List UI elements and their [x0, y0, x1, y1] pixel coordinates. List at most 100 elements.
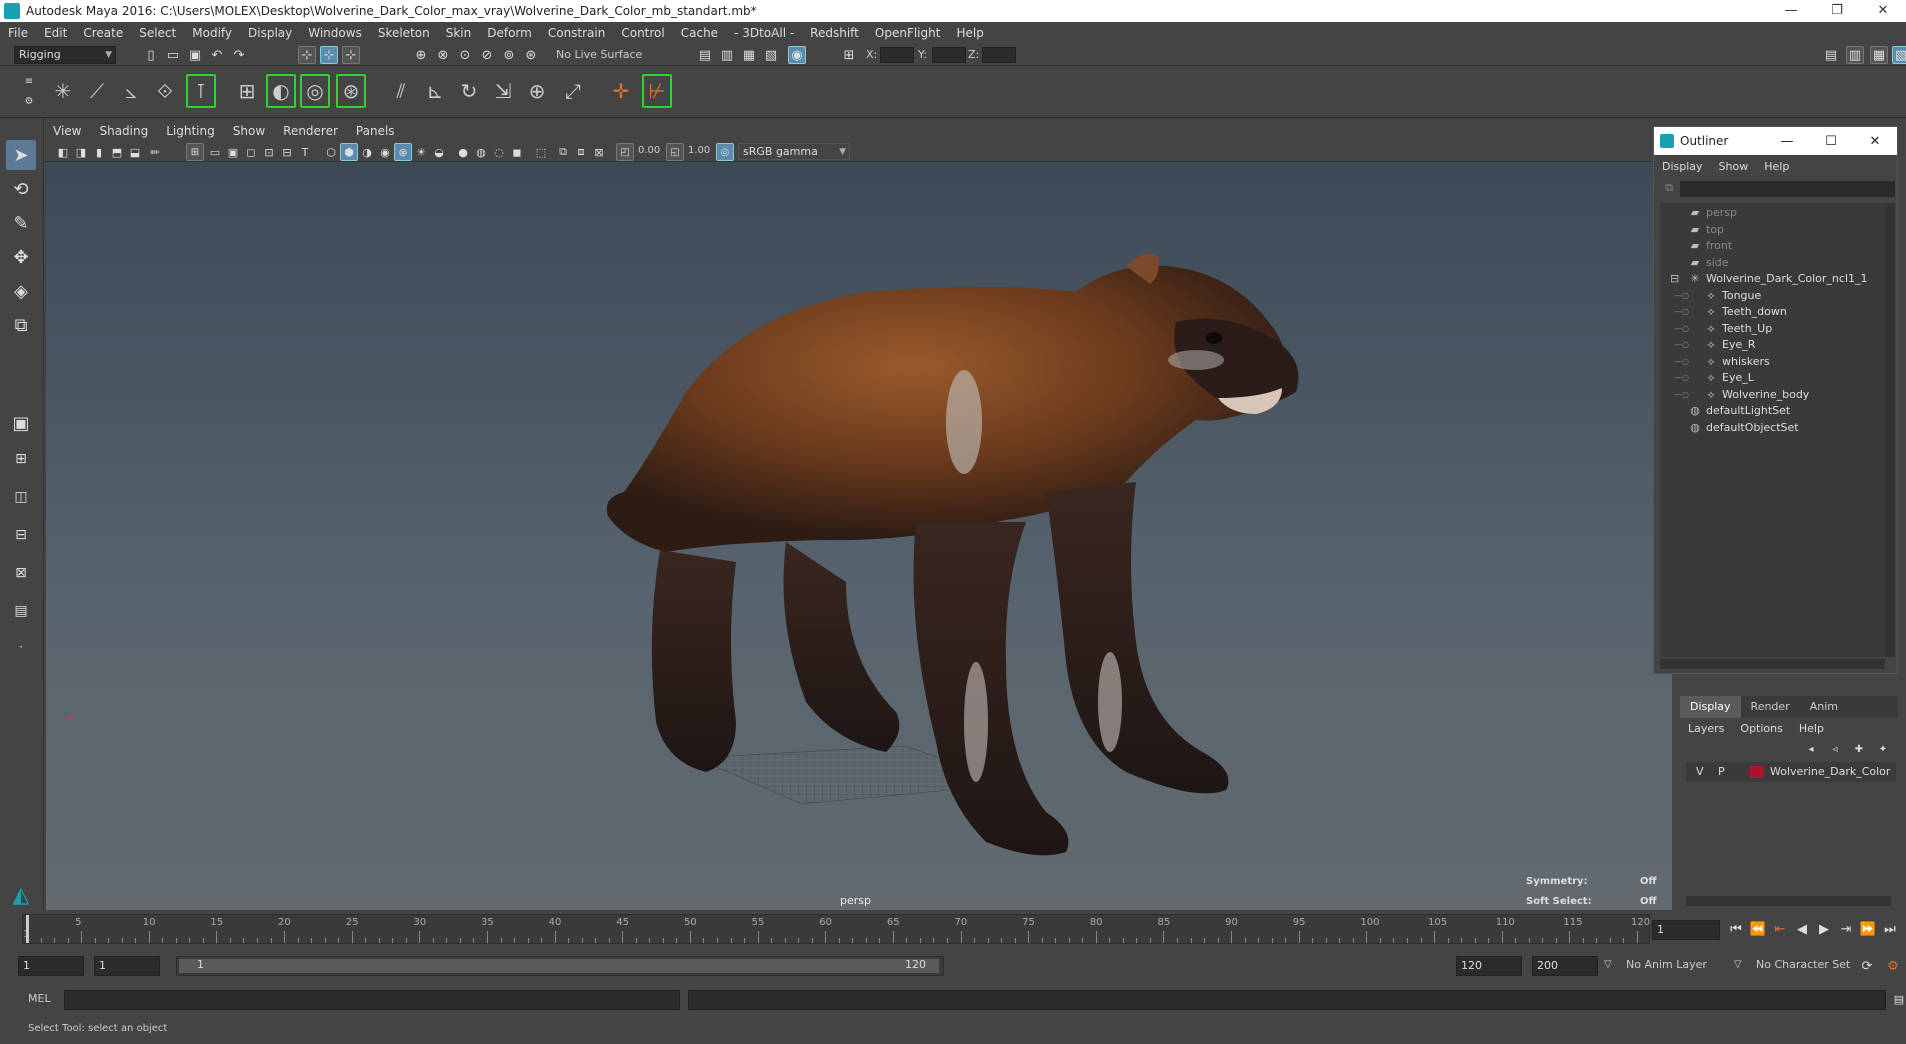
- ipr-render-icon[interactable]: ▦: [740, 46, 758, 64]
- wireframe-icon[interactable]: ⬡: [322, 143, 340, 161]
- perspective-viewport[interactable]: ⊿ persp Symmetry: Off Soft Select: Off: [46, 162, 1672, 910]
- menu-skeleton[interactable]: Skeleton: [370, 26, 438, 40]
- screen-ao-icon[interactable]: ◒: [430, 143, 448, 161]
- gate-mask-icon[interactable]: ◻: [242, 143, 260, 161]
- menu-modify[interactable]: Modify: [184, 26, 240, 40]
- exposure-icon[interactable]: ◰: [616, 143, 634, 161]
- go-to-start-icon[interactable]: ⏮: [1726, 920, 1746, 940]
- snap-curve-icon[interactable]: ⊗: [434, 46, 452, 64]
- command-input[interactable]: [64, 990, 680, 1010]
- layer-menu-help[interactable]: Help: [1791, 722, 1832, 735]
- outliner-menu-show[interactable]: Show: [1711, 160, 1757, 173]
- layer-tab-render[interactable]: Render: [1741, 696, 1800, 718]
- script-editor-icon[interactable]: ▤: [1890, 990, 1906, 1008]
- tool-settings-icon[interactable]: ▧: [1892, 46, 1906, 64]
- chevron-down-icon[interactable]: ▽: [1604, 956, 1612, 974]
- color-management-icon[interactable]: ◎: [716, 143, 734, 161]
- anim-layer-dropdown[interactable]: No Anim Layer: [1626, 956, 1707, 974]
- live-surface-label[interactable]: No Live Surface: [556, 46, 642, 64]
- field-chart-icon[interactable]: ⊡: [260, 143, 278, 161]
- snap-grid-icon[interactable]: ⊕: [412, 46, 430, 64]
- restore-button[interactable]: ❐: [1814, 0, 1860, 22]
- auto-key-icon[interactable]: ⟳: [1858, 957, 1876, 975]
- next-key-icon[interactable]: ⇥: [1836, 920, 1856, 940]
- step-back-icon[interactable]: ⏪: [1748, 920, 1768, 940]
- filter-icon[interactable]: ⧉: [1660, 179, 1678, 197]
- playback-end-field[interactable]: 120: [1456, 956, 1522, 976]
- grid-icon[interactable]: ⊞: [186, 143, 204, 161]
- textured-icon[interactable]: ◉: [376, 143, 394, 161]
- gamma-value[interactable]: 1.00: [688, 142, 710, 160]
- paint-select-icon[interactable]: ✎: [6, 208, 36, 238]
- frame-all-icon[interactable]: ⊠: [590, 143, 608, 161]
- scale-tool-icon[interactable]: ⧉: [6, 310, 36, 340]
- snap-vertex-icon[interactable]: ⊛: [522, 46, 540, 64]
- close-button[interactable]: ✕: [1860, 0, 1906, 22]
- chevron-down-icon[interactable]: ▽: [1734, 956, 1742, 974]
- menu-set-dropdown[interactable]: Rigging ▼: [14, 46, 116, 64]
- multisample-icon[interactable]: ◍: [472, 143, 490, 161]
- render-frame-icon[interactable]: ▥: [718, 46, 736, 64]
- rotate-tool-icon[interactable]: ◈: [6, 276, 36, 306]
- save-scene-icon[interactable]: ▣: [186, 46, 204, 64]
- layer-name[interactable]: Wolverine_Dark_Color: [1770, 762, 1890, 782]
- script-language-label[interactable]: MEL: [28, 990, 51, 1008]
- panel-menu-renderer[interactable]: Renderer: [274, 124, 347, 138]
- move-layer-up-icon[interactable]: ◂: [1802, 740, 1820, 758]
- wrap-deformer-icon[interactable]: ◐: [266, 74, 296, 108]
- panel-menu-lighting[interactable]: Lighting: [157, 124, 224, 138]
- range-slider-track[interactable]: 1 120: [176, 956, 944, 976]
- camera-attr-icon[interactable]: ◨: [72, 143, 90, 161]
- layer-horizontal-scrollbar[interactable]: [1686, 896, 1891, 906]
- x-field[interactable]: [880, 47, 914, 63]
- wireframe-on-shaded-icon[interactable]: ◑: [358, 143, 376, 161]
- menu-cache[interactable]: Cache: [673, 26, 726, 40]
- move-tool-icon[interactable]: ✥: [6, 242, 36, 272]
- bind-skin-icon[interactable]: ⊺: [186, 74, 216, 108]
- y-field[interactable]: [932, 47, 966, 63]
- locator-icon[interactable]: ✛: [606, 74, 636, 108]
- channel-box-icon[interactable]: ▦: [1870, 46, 1888, 64]
- current-time-marker[interactable]: [26, 915, 29, 943]
- scale-constraint-icon[interactable]: ⇲: [488, 74, 518, 108]
- parent-constraint-icon[interactable]: ⫽: [386, 74, 416, 108]
- time-ruler[interactable]: 1510152025303540455055606570758085909510…: [22, 914, 1650, 944]
- menu-constrain[interactable]: Constrain: [540, 26, 614, 40]
- exposure-value[interactable]: 0.00: [638, 142, 660, 160]
- xray-icon[interactable]: ⬚: [532, 143, 550, 161]
- gamma-icon[interactable]: ◱: [666, 143, 684, 161]
- prev-key-icon[interactable]: ⇤: [1770, 920, 1790, 940]
- end-time-field[interactable]: 200: [1532, 956, 1598, 976]
- grease-pencil-icon[interactable]: ✏: [146, 143, 164, 161]
- lasso-tool-icon[interactable]: ⟲: [6, 174, 36, 204]
- animation-prefs-icon[interactable]: ⚙: [1884, 957, 1902, 975]
- menu-file[interactable]: File: [0, 26, 36, 40]
- new-layer-icon[interactable]: ✚: [1850, 740, 1868, 758]
- four-view-icon[interactable]: ⊞: [6, 444, 36, 474]
- panel-menu-panels[interactable]: Panels: [347, 124, 404, 138]
- outliner-horizontal-scrollbar[interactable]: [1660, 659, 1885, 669]
- go-to-end-icon[interactable]: ⏭: [1880, 920, 1900, 940]
- select-component-icon[interactable]: ⊹: [342, 46, 360, 64]
- undo-icon[interactable]: ↶: [208, 46, 226, 64]
- select-tool-icon[interactable]: ➤: [6, 140, 36, 170]
- custom-layout-icon[interactable]: ·: [6, 632, 36, 662]
- range-slider-bar[interactable]: [179, 959, 939, 973]
- persp-graph-icon[interactable]: ⊟: [6, 520, 36, 550]
- menu-control[interactable]: Control: [613, 26, 672, 40]
- blend-shape-icon[interactable]: ◎: [300, 74, 330, 108]
- outliner-vertical-scrollbar[interactable]: [1885, 203, 1895, 657]
- isolate-select-icon[interactable]: ◼: [508, 143, 526, 161]
- layer-tab-anim[interactable]: Anim: [1800, 696, 1848, 718]
- 2d-pan-icon[interactable]: ⬓: [126, 143, 144, 161]
- lattice-icon[interactable]: ⟐: [150, 74, 180, 108]
- layer-menu-options[interactable]: Options: [1732, 722, 1790, 735]
- bookmark-icon[interactable]: ▮: [90, 143, 108, 161]
- transform-mode-icon[interactable]: ⊞: [840, 46, 858, 64]
- minimize-button[interactable]: —: [1768, 0, 1814, 22]
- menu-select[interactable]: Select: [131, 26, 184, 40]
- snap-point-icon[interactable]: ⊙: [456, 46, 474, 64]
- hypershade-icon[interactable]: ◉: [788, 46, 806, 64]
- layer-menu-layers[interactable]: Layers: [1680, 722, 1732, 735]
- outliner-menu-display[interactable]: Display: [1654, 160, 1711, 173]
